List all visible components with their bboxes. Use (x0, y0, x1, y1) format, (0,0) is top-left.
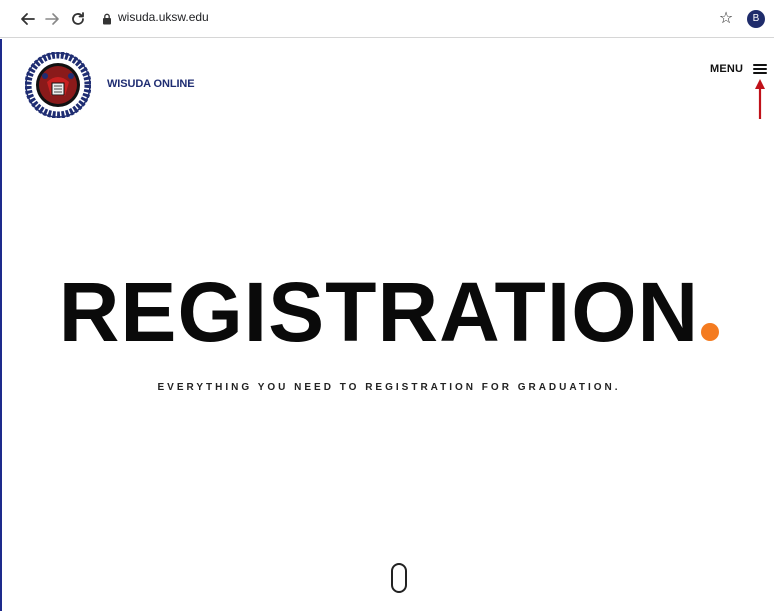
page-content: WISUDA ONLINE MENU REGISTRATION EVERYTHI… (0, 39, 774, 611)
red-up-arrow-annotation (755, 79, 765, 119)
reload-icon[interactable] (68, 9, 88, 29)
university-logo[interactable] (25, 52, 91, 118)
profile-avatar[interactable]: B (747, 10, 765, 28)
orange-dot-accent (701, 323, 720, 341)
hero-title: REGISTRATION (2, 270, 774, 354)
lock-icon (103, 13, 111, 25)
menu-label: MENU (710, 63, 744, 75)
menu-button[interactable]: MENU (710, 62, 768, 76)
back-arrow-icon[interactable] (18, 9, 38, 29)
scroll-mouse-icon[interactable] (391, 563, 407, 593)
forward-arrow-icon[interactable] (42, 9, 62, 29)
bookmark-star-icon[interactable]: ☆ (716, 9, 736, 29)
address-bar-url[interactable]: wisuda.uksw.edu (118, 10, 209, 24)
browser-toolbar: wisuda.uksw.edu ☆ B (0, 0, 774, 38)
hero-tagline: EVERYTHING YOU NEED TO REGISTRATION FOR … (157, 382, 621, 393)
hero-title-text: REGISTRATION (58, 265, 700, 359)
hamburger-menu-icon[interactable] (753, 64, 768, 74)
site-name[interactable]: WISUDA ONLINE (107, 78, 195, 90)
